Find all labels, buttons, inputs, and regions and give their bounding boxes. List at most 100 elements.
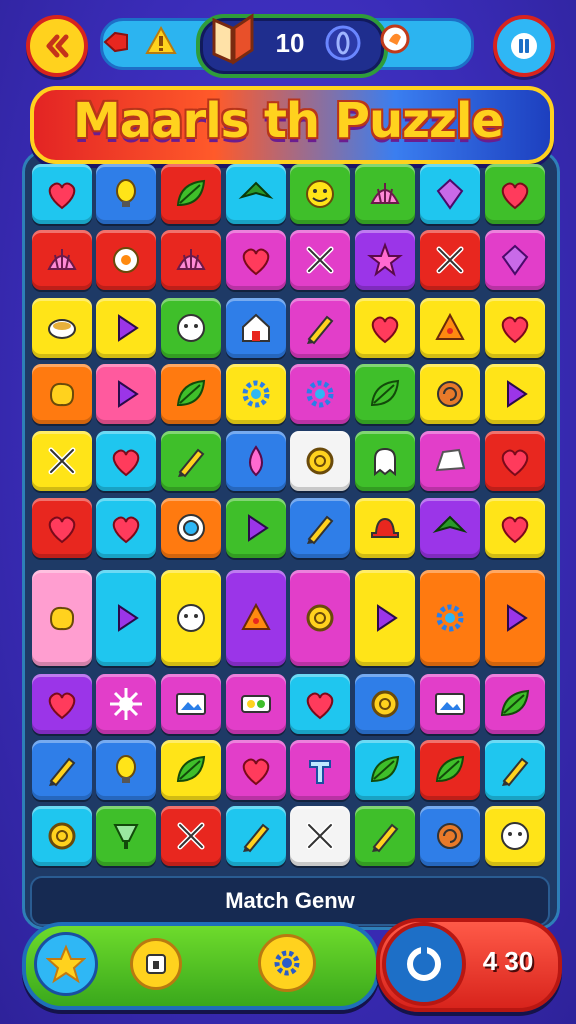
tile-r8-c0[interactable] [32,740,92,800]
tile-r1-c5[interactable] [355,230,415,290]
tile-r9-c1[interactable] [96,806,156,866]
tile-r4-c6[interactable] [420,431,480,491]
tile-r2-c6[interactable] [420,298,480,358]
tile-r9-c3[interactable] [226,806,286,866]
tile-r6-c4[interactable] [290,570,350,666]
tile-r9-c2[interactable] [161,806,221,866]
tile-r2-c4[interactable] [290,298,350,358]
tile-r9-c0[interactable] [32,806,92,866]
tile-r3-c4[interactable] [290,364,350,424]
tile-r0-c5[interactable] [355,164,415,224]
tile-r5-c2[interactable] [161,498,221,558]
gem-icon [501,244,529,276]
tile-r9-c7[interactable] [485,806,545,866]
tile-r0-c0[interactable] [32,164,92,224]
tile-r3-c5[interactable] [355,364,415,424]
tile-r0-c2[interactable] [161,164,221,224]
tile-r1-c2[interactable] [161,230,221,290]
tile-r4-c2[interactable] [161,431,221,491]
tile-r7-c3[interactable] [226,674,286,734]
gear-button[interactable] [258,934,316,992]
heart-icon [501,182,529,210]
tile-r0-c6[interactable] [420,164,480,224]
tile-r6-c7[interactable] [485,570,545,666]
tile-r6-c2[interactable] [161,570,221,666]
tile-r0-c1[interactable] [96,164,156,224]
tile-r5-c6[interactable] [420,498,480,558]
tile-r3-c7[interactable] [485,364,545,424]
tile-r3-c6[interactable] [420,364,480,424]
tile-r6-c5[interactable] [355,570,415,666]
tile-r7-c0[interactable] [32,674,92,734]
pause-button[interactable] [493,15,555,77]
flag-icon[interactable] [100,26,132,58]
tile-r9-c4[interactable] [290,806,350,866]
tile-r5-c3[interactable] [226,498,286,558]
tile-r5-c5[interactable] [355,498,415,558]
tile-r2-c5[interactable] [355,298,415,358]
duck-icon[interactable] [378,22,412,56]
tile-r8-c6[interactable] [420,740,480,800]
tile-r7-c4[interactable] [290,674,350,734]
tile-r8-c4[interactable] [290,740,350,800]
tile-r0-c3[interactable] [226,164,286,224]
tile-r7-c6[interactable] [420,674,480,734]
warning-icon[interactable] [144,24,178,58]
tile-r6-c6[interactable] [420,570,480,666]
refresh-icon [407,946,441,981]
tile-r2-c2[interactable] [161,298,221,358]
tile-r1-c0[interactable] [32,230,92,290]
tile-r1-c4[interactable] [290,230,350,290]
tile-r6-c3[interactable] [226,570,286,666]
tile-r3-c0[interactable] [32,364,92,424]
tile-r5-c0[interactable] [32,498,92,558]
tile-r4-c4[interactable] [290,431,350,491]
tile-r7-c1[interactable] [96,674,156,734]
tile-r0-c4[interactable] [290,164,350,224]
shell-icon [47,249,77,270]
tile-r5-c1[interactable] [96,498,156,558]
tile-r1-c3[interactable] [226,230,286,290]
star-button[interactable] [34,932,98,996]
box-button[interactable] [130,938,182,990]
tile-r4-c1[interactable] [96,431,156,491]
tile-r3-c2[interactable] [161,364,221,424]
tile-r8-c3[interactable] [226,740,286,800]
tile-r3-c3[interactable] [226,364,286,424]
tile-r4-c5[interactable] [355,431,415,491]
tile-r4-c3[interactable] [226,431,286,491]
gem-icon [436,178,464,210]
heart-icon [112,516,140,544]
tile-r9-c5[interactable] [355,806,415,866]
tile-r6-c0[interactable] [32,570,92,666]
tile-r8-c7[interactable] [485,740,545,800]
tile-r5-c4[interactable] [290,498,350,558]
tile-r4-c0[interactable] [32,431,92,491]
tile-r7-c5[interactable] [355,674,415,734]
back-button[interactable] [26,15,88,77]
tile-r2-c1[interactable] [96,298,156,358]
tile-r7-c7[interactable] [485,674,545,734]
tile-r8-c1[interactable] [96,740,156,800]
star-icon [367,242,403,277]
tile-r7-c2[interactable] [161,674,221,734]
tile-r1-c6[interactable] [420,230,480,290]
blob-icon [49,606,75,631]
tile-r8-c5[interactable] [355,740,415,800]
tile-r0-c7[interactable] [485,164,545,224]
tile-r8-c2[interactable] [161,740,221,800]
tile-r2-c0[interactable] [32,298,92,358]
tile-r1-c1[interactable] [96,230,156,290]
tile-r5-c7[interactable] [485,498,545,558]
triangle-icon [118,604,139,632]
tile-r6-c1[interactable] [96,570,156,666]
tile-r1-c7[interactable] [485,230,545,290]
tile-r2-c3[interactable] [226,298,286,358]
tile-r4-c7[interactable] [485,431,545,491]
tile-r2-c7[interactable] [485,298,545,358]
box-icon [146,954,166,974]
refresh-button[interactable] [382,922,466,1006]
tile-r9-c6[interactable] [420,806,480,866]
tile-r3-c1[interactable] [96,364,156,424]
pencil-icon [243,823,270,853]
